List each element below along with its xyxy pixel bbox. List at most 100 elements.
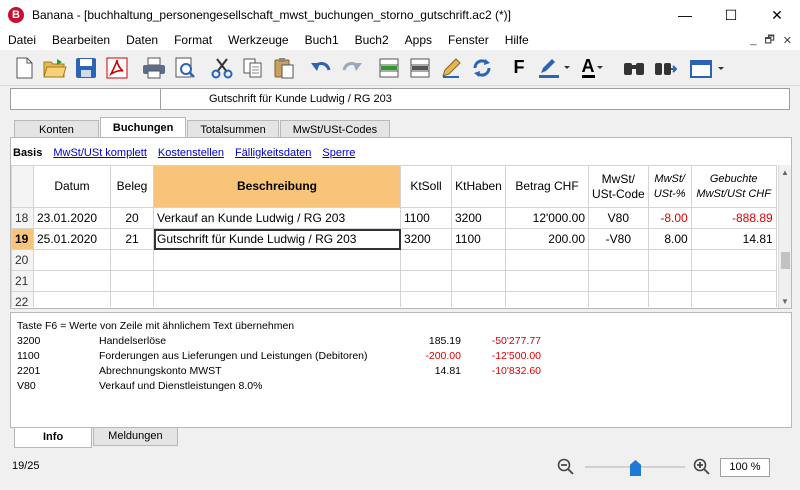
menu-buch1[interactable]: Buch1 <box>297 30 347 50</box>
cell-mwst-code[interactable]: -V80 <box>588 228 649 250</box>
table-row[interactable]: 21 <box>11 270 777 292</box>
column-header-kthaben[interactable]: KtHaben <box>451 165 506 208</box>
menu-daten[interactable]: Daten <box>118 30 166 50</box>
cell-betrag[interactable]: 12'000.00 <box>505 207 589 229</box>
cell-kthaben[interactable] <box>451 291 506 307</box>
cell-mwst-pct[interactable]: 8.00 <box>647 228 692 250</box>
row-number[interactable]: 19 <box>11 228 34 250</box>
cell-kthaben[interactable]: 1100 <box>451 228 506 250</box>
column-header-betrag[interactable]: Betrag CHF <box>505 165 589 208</box>
cell-content-field[interactable]: Gutschrift für Kunde Ludwig / RG 203 <box>161 89 392 109</box>
cell-beschreibung[interactable] <box>153 291 401 307</box>
doc-minimize-button[interactable]: _ <box>750 34 756 46</box>
tab-info[interactable]: Info <box>14 428 93 448</box>
cell-mwst-code[interactable] <box>588 249 649 271</box>
print-preview-icon[interactable] <box>171 54 199 82</box>
delete-rows-icon[interactable] <box>406 54 434 82</box>
cell-kthaben[interactable]: 3200 <box>451 207 506 229</box>
edit-icon[interactable] <box>437 54 465 82</box>
save-icon[interactable] <box>72 54 100 82</box>
cell-gebuchte-mwst[interactable] <box>690 249 777 271</box>
cell-beleg[interactable] <box>110 270 154 292</box>
row-number[interactable]: 18 <box>11 207 34 229</box>
view-mwst-komplett[interactable]: MwSt/USt komplett <box>53 147 147 159</box>
refresh-icon[interactable] <box>468 54 496 82</box>
tab-meldungen[interactable]: Meldungen <box>93 428 178 446</box>
scroll-up-icon[interactable]: ▲ <box>779 165 791 179</box>
cell-beleg[interactable]: 21 <box>110 228 154 250</box>
row-number[interactable]: 22 <box>11 291 34 307</box>
cell-mwst-pct[interactable] <box>647 249 692 271</box>
row-number[interactable]: 21 <box>11 270 34 292</box>
undo-icon[interactable] <box>307 54 335 82</box>
find-icon[interactable] <box>620 54 648 82</box>
cell-betrag[interactable] <box>505 249 589 271</box>
scroll-down-icon[interactable]: ▼ <box>779 294 791 308</box>
open-folder-icon[interactable] <box>41 54 69 82</box>
table-row-current[interactable]: 19 25.01.2020 21 Gutschrift für Kunde Lu… <box>11 228 777 250</box>
cell-datum[interactable] <box>33 270 111 292</box>
cell-beleg[interactable]: 20 <box>110 207 154 229</box>
cell-mwst-pct[interactable] <box>647 291 692 307</box>
corner-cell[interactable] <box>11 165 34 208</box>
column-header-mwst-pct[interactable]: MwSt/USt-% <box>647 165 692 208</box>
menu-hilfe[interactable]: Hilfe <box>497 30 537 50</box>
font-color-icon[interactable]: A <box>575 54 611 82</box>
cell-beschreibung[interactable] <box>153 249 401 271</box>
menu-datei[interactable]: Datei <box>0 30 44 50</box>
highlight-color-icon[interactable] <box>536 54 572 82</box>
bold-icon[interactable]: F <box>505 54 533 82</box>
paste-icon[interactable] <box>270 54 298 82</box>
menu-fenster[interactable]: Fenster <box>440 30 497 50</box>
cell-beleg[interactable] <box>110 291 154 307</box>
window-icon[interactable] <box>688 54 728 82</box>
cell-datum[interactable]: 25.01.2020 <box>33 228 111 250</box>
insert-rows-icon[interactable] <box>375 54 403 82</box>
pdf-icon[interactable] <box>103 54 131 82</box>
row-number[interactable]: 20 <box>11 249 34 271</box>
column-header-beleg[interactable]: Beleg <box>110 165 154 208</box>
scrollbar-thumb[interactable] <box>781 252 790 269</box>
vertical-scrollbar[interactable]: ▲ ▼ <box>778 165 791 308</box>
cell-mwst-pct[interactable] <box>647 270 692 292</box>
cell-ktsoll[interactable] <box>400 291 452 307</box>
find-next-icon[interactable] <box>651 54 679 82</box>
cell-betrag[interactable]: 200.00 <box>505 228 589 250</box>
cell-betrag[interactable] <box>505 291 589 307</box>
zoom-input[interactable]: 100 % <box>720 458 770 477</box>
cell-gebuchte-mwst[interactable] <box>690 270 777 292</box>
close-button[interactable]: ✕ <box>754 0 800 30</box>
column-header-ktsoll[interactable]: KtSoll <box>400 165 452 208</box>
view-faelligkeitsdaten[interactable]: Fälligkeitsdaten <box>235 147 311 159</box>
cell-gebuchte-mwst[interactable] <box>690 291 777 307</box>
cell-mwst-pct[interactable]: -8.00 <box>647 207 692 229</box>
cell-datum[interactable]: 23.01.2020 <box>33 207 111 229</box>
cell-datum[interactable] <box>33 291 111 307</box>
cell-mwst-code[interactable] <box>588 270 649 292</box>
column-header-beschreibung[interactable]: Beschreibung <box>153 165 401 208</box>
zoom-slider-thumb[interactable] <box>630 460 641 476</box>
column-header-mwst-code[interactable]: MwSt/USt-Code <box>588 165 649 208</box>
cell-beschreibung[interactable] <box>153 270 401 292</box>
table-row[interactable]: 22 <box>11 291 777 307</box>
view-basis[interactable]: Basis <box>13 147 42 159</box>
cell-betrag[interactable] <box>505 270 589 292</box>
cell-ktsoll[interactable] <box>400 270 452 292</box>
cell-datum[interactable] <box>33 249 111 271</box>
tab-buchungen[interactable]: Buchungen <box>99 117 187 139</box>
cell-ktsoll[interactable]: 1100 <box>400 207 452 229</box>
cell-mwst-code[interactable] <box>588 291 649 307</box>
cell-beschreibung[interactable]: Verkauf an Kunde Ludwig / RG 203 <box>153 207 401 229</box>
doc-restore-button[interactable]: 🗗 <box>764 31 774 50</box>
minimize-button[interactable]: — <box>662 0 708 30</box>
cell-address-field[interactable] <box>11 89 161 109</box>
doc-close-button[interactable]: ✕ <box>783 34 792 47</box>
cell-ktsoll[interactable] <box>400 249 452 271</box>
table-row[interactable]: 18 23.01.2020 20 Verkauf an Kunde Ludwig… <box>11 207 777 229</box>
cell-kthaben[interactable] <box>451 270 506 292</box>
cell-beleg[interactable] <box>110 249 154 271</box>
print-icon[interactable] <box>140 54 168 82</box>
zoom-out-icon[interactable] <box>557 458 575 476</box>
column-header-gebuchte-mwst[interactable]: Gebuchte MwSt/USt CHF <box>690 165 777 208</box>
view-kostenstellen[interactable]: Kostenstellen <box>158 147 224 159</box>
